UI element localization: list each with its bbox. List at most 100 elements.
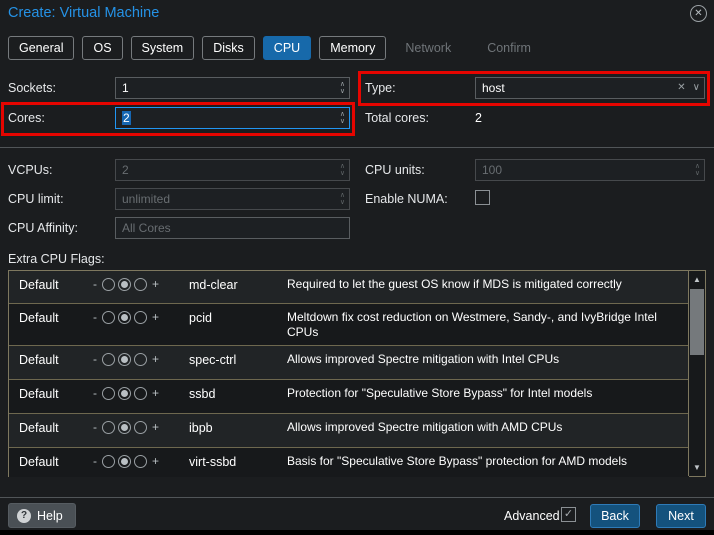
flags-scrollbar[interactable]: ▲ ▼ bbox=[688, 271, 705, 476]
flag-description: Basis for "Speculative Store Bypass" pro… bbox=[287, 454, 679, 469]
flag-state: Default bbox=[19, 421, 59, 435]
scroll-up-icon[interactable]: ▲ bbox=[689, 271, 705, 288]
sockets-label: Sockets: bbox=[8, 81, 56, 95]
cores-field[interactable]: 2 ∧∨ bbox=[115, 107, 350, 129]
flag-radio-off[interactable] bbox=[102, 421, 115, 434]
flag-radio-default[interactable] bbox=[118, 421, 131, 434]
flag-minus[interactable]: - bbox=[91, 277, 99, 291]
flag-name: md-clear bbox=[189, 278, 238, 292]
spinner-down-icon: ∨ bbox=[340, 170, 345, 177]
flag-minus[interactable]: - bbox=[91, 454, 99, 468]
advanced-checkbox[interactable]: ✓ bbox=[561, 507, 576, 522]
flag-tristate-slider[interactable]: - + bbox=[91, 454, 161, 468]
cores-label: Cores: bbox=[8, 111, 45, 125]
tab-os[interactable]: OS bbox=[82, 36, 122, 60]
clear-icon[interactable]: ✕ bbox=[677, 78, 685, 98]
flag-radio-on[interactable] bbox=[134, 278, 147, 291]
flag-radio-default[interactable] bbox=[118, 387, 131, 400]
spinner-up-icon[interactable]: ∧ bbox=[340, 111, 345, 118]
flag-minus[interactable]: - bbox=[91, 420, 99, 434]
sockets-field[interactable]: 1 ∧∨ bbox=[115, 77, 350, 99]
tab-system[interactable]: System bbox=[131, 36, 195, 60]
flag-minus[interactable]: - bbox=[91, 352, 99, 366]
flag-plus[interactable]: + bbox=[150, 310, 161, 324]
flag-radio-off[interactable] bbox=[102, 278, 115, 291]
flag-state: Default bbox=[19, 311, 59, 325]
flag-row-spec-ctrl: Default - + spec-ctrl Allows improved Sp… bbox=[9, 346, 689, 380]
flag-minus[interactable]: - bbox=[91, 386, 99, 400]
flag-radio-default[interactable] bbox=[118, 311, 131, 324]
flag-description: Allows improved Spectre mitigation with … bbox=[287, 352, 679, 367]
spinner-down-icon[interactable]: ∨ bbox=[340, 88, 345, 95]
spinner-down-icon[interactable]: ∨ bbox=[340, 118, 345, 125]
tab-memory[interactable]: Memory bbox=[319, 36, 386, 60]
flag-radio-off[interactable] bbox=[102, 353, 115, 366]
cpu-limit-value: unlimited bbox=[122, 192, 170, 206]
tab-bar: General OS System Disks CPU Memory Netwo… bbox=[8, 36, 556, 60]
check-icon: ✓ bbox=[564, 508, 573, 520]
flag-description: Allows improved Spectre mitigation with … bbox=[287, 420, 679, 435]
flag-row-virt-ssbd: Default - + virt-ssbd Basis for "Specula… bbox=[9, 448, 689, 477]
flag-radio-off[interactable] bbox=[102, 455, 115, 468]
flag-radio-on[interactable] bbox=[134, 387, 147, 400]
flag-plus[interactable]: + bbox=[150, 420, 161, 434]
flag-plus[interactable]: + bbox=[150, 277, 161, 291]
flag-state: Default bbox=[19, 353, 59, 367]
flag-tristate-slider[interactable]: - + bbox=[91, 352, 161, 366]
tab-disks[interactable]: Disks bbox=[202, 36, 255, 60]
flag-row-ssbd: Default - + ssbd Protection for "Specula… bbox=[9, 380, 689, 414]
flag-plus[interactable]: + bbox=[150, 386, 161, 400]
cpu-affinity-input[interactable] bbox=[115, 217, 350, 239]
spinner-up-icon[interactable]: ∧ bbox=[340, 81, 345, 88]
help-button[interactable]: ? Help bbox=[8, 503, 76, 528]
flag-radio-default[interactable] bbox=[118, 278, 131, 291]
flag-plus[interactable]: + bbox=[150, 454, 161, 468]
flag-radio-default[interactable] bbox=[118, 353, 131, 366]
bottom-edge bbox=[0, 530, 714, 535]
footer-divider bbox=[0, 497, 714, 498]
flag-plus[interactable]: + bbox=[150, 352, 161, 366]
flag-name: ssbd bbox=[189, 387, 215, 401]
flag-radio-on[interactable] bbox=[134, 311, 147, 324]
back-button[interactable]: Back bbox=[590, 504, 640, 528]
scrollbar-thumb[interactable] bbox=[690, 289, 704, 355]
flag-tristate-slider[interactable]: - + bbox=[91, 386, 161, 400]
flag-minus[interactable]: - bbox=[91, 310, 99, 324]
enable-numa-checkbox[interactable] bbox=[475, 190, 490, 205]
tab-general[interactable]: General bbox=[8, 36, 74, 60]
dialog-title: Create: Virtual Machine bbox=[8, 5, 159, 21]
flag-radio-on[interactable] bbox=[134, 421, 147, 434]
tab-cpu[interactable]: CPU bbox=[263, 36, 311, 60]
flag-state: Default bbox=[19, 278, 59, 292]
close-icon[interactable]: ✕ bbox=[690, 5, 707, 22]
cpu-limit-label: CPU limit: bbox=[8, 192, 64, 206]
help-icon: ? bbox=[17, 509, 31, 523]
cpu-units-spinner: ∧∨ bbox=[695, 161, 700, 179]
cpu-type-combo[interactable]: host ✕ ∨ bbox=[475, 77, 705, 99]
flag-tristate-slider[interactable]: - + bbox=[91, 310, 161, 324]
flag-tristate-slider[interactable]: - + bbox=[91, 420, 161, 434]
cpu-units-field: 100 ∧∨ bbox=[475, 159, 705, 181]
flag-row-ibpb: Default - + ibpb Allows improved Spectre… bbox=[9, 414, 689, 448]
flag-tristate-slider[interactable]: - + bbox=[91, 277, 161, 291]
flag-radio-off[interactable] bbox=[102, 311, 115, 324]
cpu-flags-table: Default - + md-clear Required to let the… bbox=[8, 270, 706, 477]
vcpus-value: 2 bbox=[122, 163, 129, 177]
sockets-value: 1 bbox=[122, 81, 129, 95]
scroll-down-icon[interactable]: ▼ bbox=[689, 459, 705, 476]
vcpus-field: 2 ∧∨ bbox=[115, 159, 350, 181]
tab-confirm: Confirm bbox=[476, 36, 542, 60]
chevron-down-icon[interactable]: ∨ bbox=[693, 78, 700, 98]
flag-radio-off[interactable] bbox=[102, 387, 115, 400]
type-label: Type: bbox=[365, 81, 396, 95]
sockets-spinner[interactable]: ∧∨ bbox=[340, 79, 345, 97]
cores-spinner[interactable]: ∧∨ bbox=[340, 109, 345, 127]
flag-state: Default bbox=[19, 387, 59, 401]
spinner-up-icon: ∧ bbox=[340, 192, 345, 199]
flag-radio-default[interactable] bbox=[118, 455, 131, 468]
flag-radio-on[interactable] bbox=[134, 353, 147, 366]
flag-radio-on[interactable] bbox=[134, 455, 147, 468]
flag-description: Meltdown fix cost reduction on Westmere,… bbox=[287, 310, 679, 340]
next-button[interactable]: Next bbox=[656, 504, 706, 528]
cpu-limit-spinner: ∧∨ bbox=[340, 190, 345, 208]
